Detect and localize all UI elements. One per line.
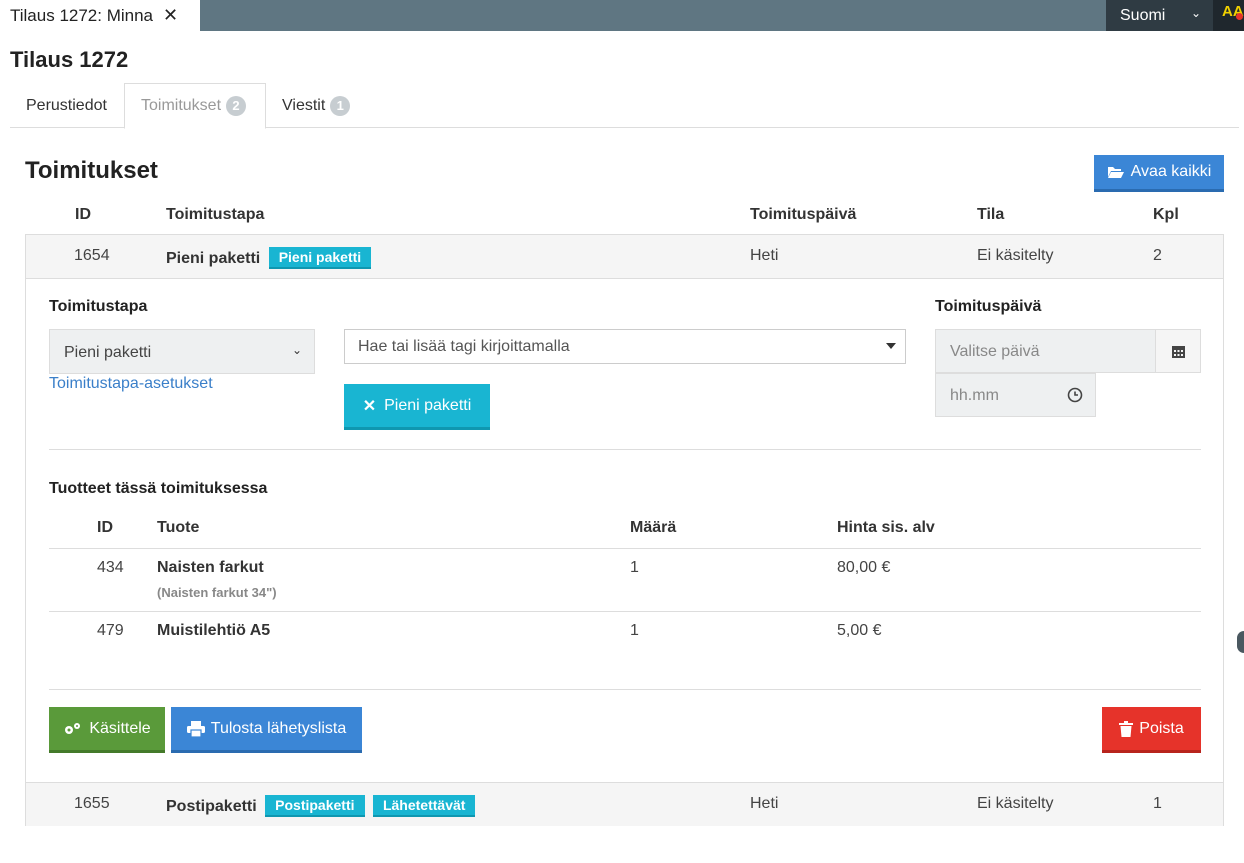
open-all-label: Avaa kaikki [1130, 163, 1212, 180]
print-packing-list-button[interactable]: Tulosta lähetyslista [171, 707, 362, 753]
column-header-id: ID [75, 206, 91, 223]
product-id: 434 [97, 559, 124, 576]
date-input[interactable]: Valitse päivä [935, 329, 1156, 373]
product-header-name: Tuote [157, 519, 200, 536]
table-row[interactable]: 1654 Pieni paketti Pieni paketti Heti Ei… [26, 235, 1223, 279]
method-label: Toimitustapa [49, 298, 148, 315]
delete-label: Poista [1139, 719, 1184, 737]
table-row[interactable]: 1655 Postipaketti Postipaketti Lähetettä… [26, 782, 1223, 826]
tab-bar: Perustiedot Toimitukset 2 Viestit 1 [10, 83, 1239, 129]
delivery-status: Ei käsitelty [977, 247, 1054, 264]
trash-icon [1119, 720, 1134, 737]
close-icon: ✕ [362, 397, 377, 415]
remove-tag-button[interactable]: ✕ Pieni paketti [344, 384, 490, 430]
method-settings-link[interactable]: Toimitustapa-asetukset [49, 375, 213, 393]
time-placeholder: hh.mm [950, 387, 999, 404]
divider [49, 689, 1201, 690]
deliveries-table: 1654 Pieni paketti Pieni paketti Heti Ei… [25, 234, 1224, 826]
tab-perustiedot[interactable]: Perustiedot [26, 83, 107, 128]
delivery-status: Ei käsitelty [977, 795, 1054, 812]
language-label: Suomi [1120, 6, 1166, 24]
method-select-value: Pieni paketti [64, 344, 152, 361]
chevron-down-icon: ⌄ [1190, 6, 1201, 20]
date-placeholder: Valitse päivä [950, 343, 1040, 360]
delivery-date: Heti [750, 795, 779, 812]
tag-badge: Pieni paketti [268, 247, 372, 269]
gears-icon [65, 722, 81, 734]
delivery-method: Postipaketti Postipaketti Lähetettävät [166, 795, 476, 817]
print-icon [186, 720, 205, 737]
folder-open-icon [1107, 167, 1124, 178]
print-label: Tulosta lähetyslista [210, 719, 347, 737]
method-select[interactable]: Pieni paketti ⌄ [49, 329, 315, 374]
product-variant: (Naisten farkut 34") [157, 585, 277, 600]
column-header-method: Toimitustapa [166, 206, 265, 223]
product-qty: 1 [630, 622, 639, 639]
column-header-qty: Kpl [1153, 206, 1179, 223]
product-header-id: ID [97, 519, 113, 536]
page-title: Tilaus 1272 [10, 47, 129, 72]
accessibility-button[interactable]: AA [1213, 0, 1244, 31]
calendar-button[interactable] [1155, 329, 1201, 373]
language-select[interactable]: Suomi ⌄ [1106, 0, 1213, 31]
tab-label: Viestit [282, 96, 326, 114]
products-title: Tuotteet tässä toimituksessa [49, 480, 268, 497]
column-header-date: Toimituspäivä [750, 206, 857, 223]
divider [49, 611, 1201, 612]
delete-button[interactable]: Poista [1102, 707, 1201, 753]
open-all-button[interactable]: Avaa kaikki [1094, 155, 1224, 192]
product-qty: 1 [630, 559, 639, 576]
notification-dot [1236, 13, 1243, 20]
tab-label: Toimitukset [141, 97, 222, 114]
delivery-method-name: Pieni paketti [166, 250, 261, 267]
tab-label: Perustiedot [26, 96, 107, 114]
calendar-icon [1171, 345, 1185, 358]
section-title: Toimitukset [25, 157, 158, 184]
column-header-status: Tila [977, 206, 1005, 223]
delivery-method: Pieni paketti Pieni paketti [166, 247, 372, 269]
chevron-down-icon: ⌄ [291, 343, 302, 357]
document-tab-label: Tilaus 1272: Minna [10, 5, 154, 25]
delivery-method-name: Postipaketti [166, 798, 257, 815]
product-header-price: Hinta sis. alv [837, 519, 935, 536]
tag-badge: Lähetettävät [372, 795, 476, 817]
document-tab[interactable]: Tilaus 1272: Minna ✕ [0, 0, 200, 31]
tag-search-placeholder: Hae tai lisää tagi kirjoittamalla [358, 338, 570, 355]
tab-toimitukset[interactable]: Toimitukset 2 [124, 83, 266, 129]
delivery-qty: 1 [1153, 795, 1162, 812]
divider [49, 548, 1201, 549]
delivery-date: Heti [750, 247, 779, 264]
tab-viestit[interactable]: Viestit 1 [282, 83, 351, 128]
date-label: Toimituspäivä [935, 298, 1042, 315]
divider [49, 449, 1201, 450]
process-label: Käsittele [89, 719, 151, 737]
tag-search-input[interactable]: Hae tai lisää tagi kirjoittamalla [344, 329, 906, 364]
tag-badge: Postipaketti [265, 795, 365, 817]
delivery-id: 1654 [74, 247, 110, 264]
tab-count-badge: 1 [330, 95, 351, 116]
tab-count-badge: 2 [226, 96, 247, 116]
delivery-qty: 2 [1153, 247, 1162, 264]
caret-down-icon [886, 343, 896, 349]
close-icon[interactable]: ✕ [163, 5, 178, 26]
clock-icon [1067, 387, 1083, 403]
product-id: 479 [97, 622, 124, 639]
product-name: Muistilehtiö A5 [157, 622, 271, 639]
product-price: 80,00 € [837, 559, 891, 576]
product-price: 5,00 € [837, 622, 882, 639]
time-input[interactable]: hh.mm [935, 373, 1096, 417]
side-handle[interactable] [1237, 631, 1244, 653]
product-name: Naisten farkut [157, 559, 264, 576]
delivery-id: 1655 [74, 795, 110, 812]
remove-tag-label: Pieni paketti [384, 396, 472, 414]
process-button[interactable]: Käsittele [49, 707, 165, 753]
product-header-qty: Määrä [630, 519, 677, 536]
